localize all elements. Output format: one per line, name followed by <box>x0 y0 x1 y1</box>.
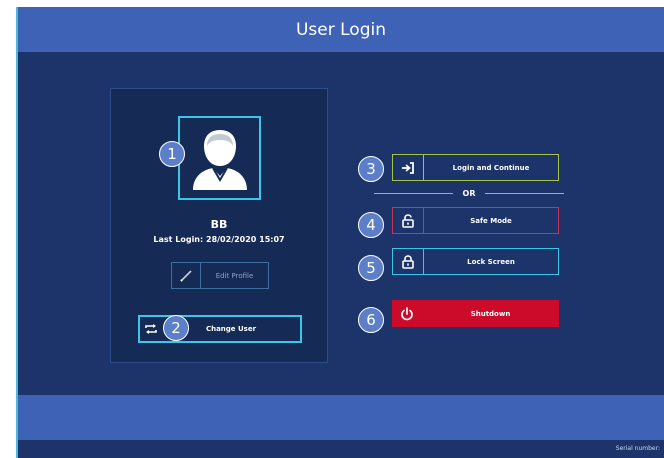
shutdown-label: Shutdown <box>470 309 511 318</box>
callout-badge-6: 6 <box>358 307 384 333</box>
or-divider-line-right <box>485 192 564 194</box>
lock-screen-label: Lock Screen <box>467 257 515 266</box>
serial-number-label: Serial number: <box>615 445 660 452</box>
or-divider-line-left <box>374 192 453 194</box>
login-continue-label: Login and Continue <box>452 163 530 172</box>
safe-mode-label: Safe Mode <box>470 216 512 225</box>
callout-badge-3: 3 <box>358 156 384 182</box>
change-user-icon-box <box>140 317 162 341</box>
power-icon <box>401 306 413 320</box>
login-screen: User Login BB Last Login: 28/02/2020 15:… <box>16 7 664 458</box>
sign-in-icon <box>402 161 414 174</box>
pencil-icon <box>180 269 192 282</box>
lock-screen-icon-box <box>393 249 424 274</box>
edit-profile-label: Edit Profile <box>215 271 254 280</box>
unlock-icon <box>402 213 414 228</box>
safe-mode-icon-box <box>393 208 424 233</box>
shutdown-button[interactable]: Shutdown <box>392 300 559 327</box>
last-login: Last Login: 28/02/2020 15:07 <box>111 235 327 244</box>
edit-icon-box <box>172 263 201 288</box>
last-login-value: 28/02/2020 15:07 <box>206 235 285 244</box>
login-icon-box <box>393 155 424 180</box>
user-avatar-icon <box>192 130 247 190</box>
user-name: BB <box>210 218 228 231</box>
or-divider: OR <box>374 187 564 199</box>
login-continue-button[interactable]: Login and Continue <box>392 154 559 181</box>
swap-icon <box>145 324 157 334</box>
callout-badge-5: 5 <box>358 255 384 281</box>
avatar <box>178 116 261 200</box>
safe-mode-button[interactable]: Safe Mode <box>392 207 559 234</box>
footer-band <box>18 395 664 440</box>
profile-card: BB Last Login: 28/02/2020 15:07 Edit Pro… <box>110 88 328 363</box>
last-login-label: Last Login: <box>153 235 204 244</box>
callout-badge-1: 1 <box>159 141 185 167</box>
page-title: User Login <box>295 19 386 40</box>
edit-profile-button[interactable]: Edit Profile <box>171 262 269 289</box>
callout-badge-4: 4 <box>358 212 384 238</box>
status-bar: Serial number: <box>18 440 664 458</box>
callout-badge-2: 2 <box>163 315 189 341</box>
shutdown-icon-box <box>392 300 422 327</box>
title-bar: User Login <box>18 7 664 52</box>
or-label: OR <box>462 188 476 198</box>
lock-screen-button[interactable]: Lock Screen <box>392 248 559 275</box>
lock-icon <box>402 254 414 269</box>
